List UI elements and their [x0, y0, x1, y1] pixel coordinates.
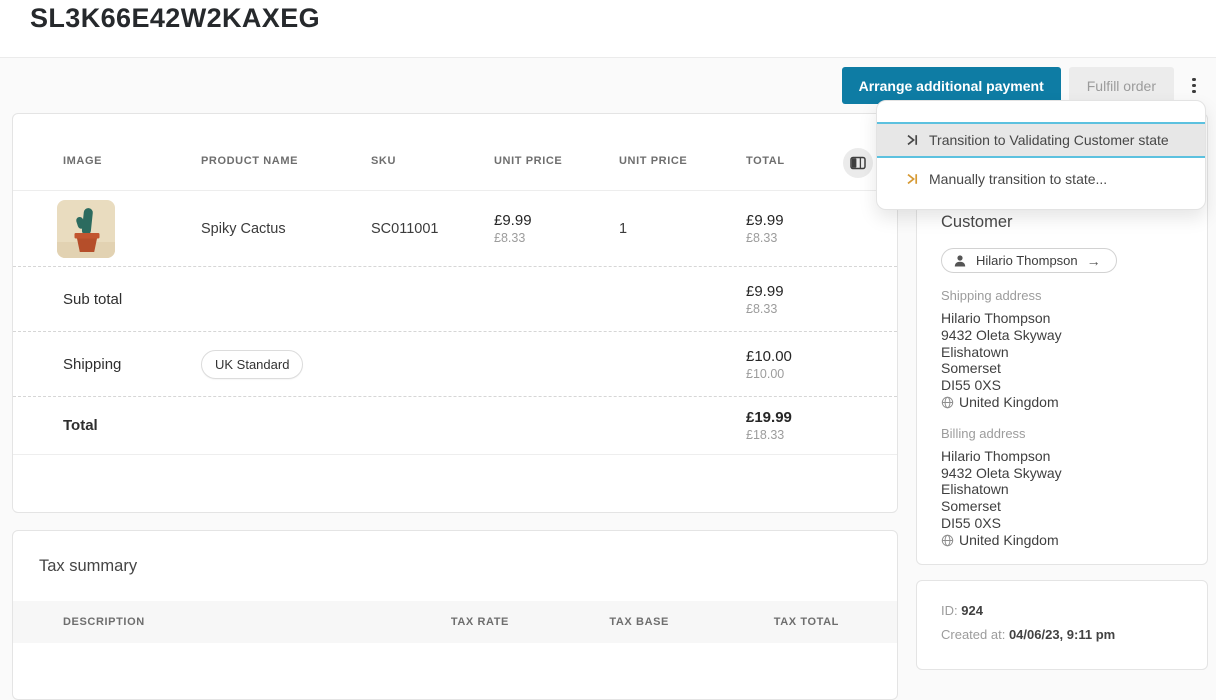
- customer-link-pill[interactable]: Hilario Thompson →: [941, 248, 1117, 273]
- shipping-label: Shipping: [63, 356, 201, 373]
- transition-state-icon: [905, 172, 919, 186]
- tax-summary-card: Tax summary DESCRIPTION TAX RATE TAX BAS…: [12, 530, 898, 700]
- billing-address-block: Hilario Thompson 9432 Oleta Skyway Elish…: [941, 448, 1183, 549]
- shipping-amount: £10.00 £10.00: [746, 348, 897, 381]
- column-header-sku: SKU: [371, 155, 494, 167]
- subtotal-amount: £9.99 £8.33: [746, 283, 897, 316]
- person-icon: [953, 254, 967, 268]
- columns-layout-icon: [850, 156, 866, 170]
- quantity-cell: 1: [619, 221, 746, 237]
- transition-state-icon: [905, 133, 919, 147]
- billing-address-label: Billing address: [941, 426, 1183, 441]
- column-header-total: TOTAL: [746, 155, 897, 167]
- menu-item-label: Manually transition to state...: [929, 171, 1107, 187]
- product-thumbnail-cactus: [57, 200, 115, 258]
- product-sku: SC011001: [371, 221, 494, 237]
- fulfill-order-button[interactable]: Fulfill order: [1069, 67, 1174, 104]
- state-transition-dropdown: Transition to Validating Customer state …: [876, 100, 1206, 210]
- total-row: Total £19.99 £18.33: [13, 397, 897, 455]
- product-name: Spiky Cactus: [201, 221, 371, 237]
- order-meta-card: ID: 924 Created at: 04/06/23, 9:11 pm: [916, 580, 1208, 670]
- tax-summary-title: Tax summary: [13, 531, 897, 576]
- shipping-row: Shipping UK Standard £10.00 £10.00: [13, 332, 897, 397]
- total-label: Total: [63, 417, 201, 434]
- order-created-row: Created at: 04/06/23, 9:11 pm: [941, 627, 1183, 642]
- menu-item-label: Transition to Validating Customer state: [929, 132, 1169, 148]
- column-header-tax-base: TAX BASE: [509, 616, 669, 628]
- total-amount: £19.99 £18.33: [746, 409, 897, 442]
- column-header-description: DESCRIPTION: [63, 616, 359, 628]
- page-header: SL3K66E42W2KAXEG: [0, 0, 1216, 58]
- order-created-value: 04/06/23, 9:11 pm: [1009, 627, 1115, 642]
- order-summary-card: IMAGE PRODUCT NAME SKU UNIT PRICE UNIT P…: [12, 113, 898, 513]
- line-total-cell: £9.99 £8.33: [746, 212, 897, 245]
- globe-icon: [941, 534, 954, 547]
- column-header-product-name: PRODUCT NAME: [201, 155, 371, 167]
- subtotal-row: Sub total £9.99 £8.33: [13, 267, 897, 332]
- shipping-country: United Kingdom: [941, 394, 1183, 411]
- billing-country: United Kingdom: [941, 532, 1183, 549]
- arrow-right-icon: →: [1087, 254, 1101, 268]
- order-actions-toolbar: Arrange additional payment Fulfill order: [842, 67, 1206, 104]
- customer-name: Hilario Thompson: [976, 253, 1078, 268]
- column-header-unit-price-2: UNIT PRICE: [619, 155, 746, 167]
- order-id-row: ID: 924: [941, 603, 1183, 618]
- menu-item-manually-transition[interactable]: Manually transition to state...: [877, 158, 1205, 201]
- kebab-menu-icon[interactable]: [1182, 67, 1206, 104]
- line-item-row: Spiky Cactus SC011001 £9.99 £8.33 1 £9.9…: [13, 191, 897, 267]
- column-header-image: IMAGE: [63, 155, 201, 167]
- order-table-header-row: IMAGE PRODUCT NAME SKU UNIT PRICE UNIT P…: [13, 114, 897, 191]
- subtotal-label: Sub total: [63, 291, 201, 308]
- menu-item-transition-validating-customer[interactable]: Transition to Validating Customer state: [877, 122, 1205, 158]
- order-detail-page: SL3K66E42W2KAXEG Arrange additional paym…: [0, 0, 1216, 642]
- globe-icon: [941, 396, 954, 409]
- tax-table-header-row: DESCRIPTION TAX RATE TAX BASE TAX TOTAL: [13, 601, 897, 643]
- unit-price-cell: £9.99 £8.33: [494, 212, 619, 245]
- order-id-value: 924: [961, 603, 983, 618]
- arrange-additional-payment-button[interactable]: Arrange additional payment: [842, 67, 1061, 104]
- column-header-unit-price: UNIT PRICE: [494, 155, 619, 167]
- shipping-address-block: Hilario Thompson 9432 Oleta Skyway Elish…: [941, 310, 1183, 411]
- shipping-method-badge: UK Standard: [201, 350, 303, 379]
- customer-section-title: Customer: [941, 213, 1183, 232]
- column-header-tax-total: TAX TOTAL: [669, 616, 839, 628]
- column-settings-button[interactable]: [843, 148, 873, 178]
- order-number-title: SL3K66E42W2KAXEG: [30, 3, 320, 34]
- column-header-tax-rate: TAX RATE: [359, 616, 509, 628]
- shipping-address-label: Shipping address: [941, 288, 1183, 303]
